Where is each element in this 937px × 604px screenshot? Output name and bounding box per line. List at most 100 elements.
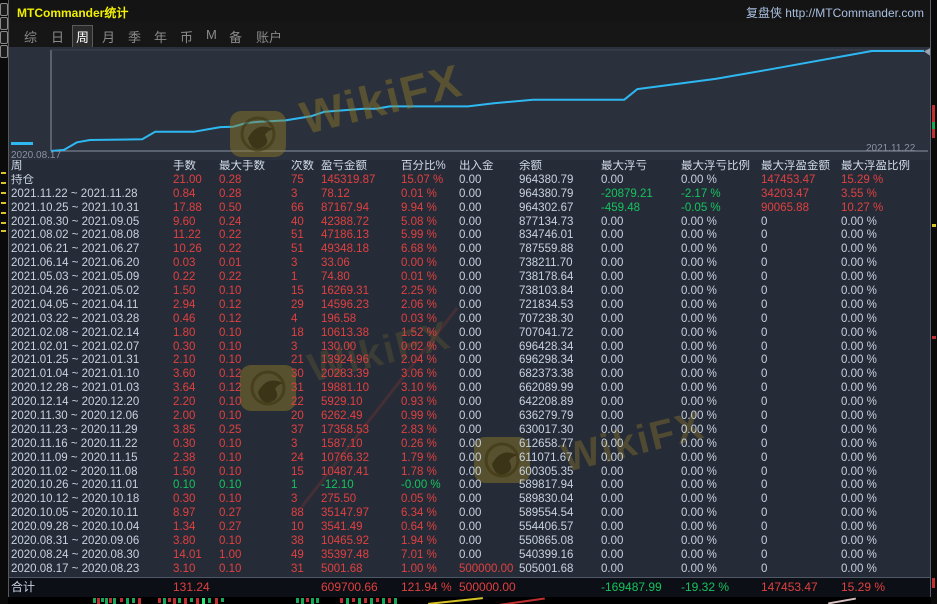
- table-row-cell: 0.00 %: [841, 424, 930, 438]
- total-row-cell: 15.29 %: [841, 578, 930, 597]
- table-row[interactable]: 2021.08.30 ~ 2021.09.059.600.244042388.7…: [9, 216, 930, 230]
- menu-item-2[interactable]: 日: [48, 26, 67, 47]
- table-row[interactable]: 2021.06.14 ~ 2021.06.200.030.01333.060.0…: [9, 257, 930, 271]
- table-row[interactable]: 2021.04.05 ~ 2021.04.112.940.122914596.2…: [9, 299, 930, 313]
- table-row-cell: 0.00: [601, 438, 681, 452]
- table-row[interactable]: 2021.11.22 ~ 2021.11.280.840.28378.120.0…: [9, 188, 930, 202]
- table-row-cell: 0.00: [459, 507, 519, 521]
- table-row[interactable]: 2020.09.28 ~ 2020.10.041.340.27103541.49…: [9, 521, 930, 535]
- table-row-cell: 0.00: [459, 368, 519, 382]
- total-row[interactable]: 合计131.24609700.66121.94 %500000.00-16948…: [9, 577, 930, 597]
- table-row-cell: 0.00 %: [681, 313, 761, 327]
- table-row[interactable]: 2021.06.21 ~ 2021.06.2710.260.225149348.…: [9, 243, 930, 257]
- table-row-cell: 0.00 %: [681, 563, 761, 577]
- table-row[interactable]: 2020.12.28 ~ 2021.01.033.640.123119881.1…: [9, 382, 930, 396]
- table-row[interactable]: 2021.02.01 ~ 2021.02.070.300.103130.000.…: [9, 341, 930, 355]
- table-row-cell: 0.10: [173, 479, 219, 493]
- table-row[interactable]: 2020.10.05 ~ 2020.10.118.970.278835147.9…: [9, 507, 930, 521]
- table-row-cell: 3.85: [173, 424, 219, 438]
- equity-chart[interactable]: 2020.08.17 2021.11.22: [9, 47, 930, 160]
- table-row-cell: 0.00: [601, 382, 681, 396]
- table-row-cell: 964380.79: [519, 188, 601, 202]
- table-row-cell: 2020.10.05 ~ 2020.10.11: [11, 507, 173, 521]
- table-row[interactable]: 2020.11.23 ~ 2020.11.293.850.253717358.5…: [9, 424, 930, 438]
- menu-item-9[interactable]: 备: [226, 26, 245, 47]
- table-row[interactable]: 2021.08.02 ~ 2021.08.0811.220.225147186.…: [9, 229, 930, 243]
- menu-item-4[interactable]: 月: [99, 26, 118, 47]
- menu-item-7[interactable]: 币: [177, 26, 196, 47]
- candle-fragment: [394, 598, 397, 604]
- table-row-cell: 2021.01.04 ~ 2021.01.10: [11, 368, 173, 382]
- table-row-cell: 0.00: [601, 285, 681, 299]
- table-row-cell: 1.52 %: [401, 327, 459, 341]
- table-row-cell: 3.55 %: [841, 188, 930, 202]
- table-row-cell: 15.07 %: [401, 174, 459, 188]
- table-row-cell: 0.03: [173, 257, 219, 271]
- table-row-cell: 51: [291, 243, 321, 257]
- table-row-cell: 0.00 %: [681, 410, 761, 424]
- table-row-cell: 707041.72: [519, 327, 601, 341]
- table-row-cell: 196.58: [321, 313, 401, 327]
- candle-fragment: [301, 598, 304, 604]
- table-row[interactable]: 2020.08.17 ~ 2020.08.233.100.10315001.68…: [9, 563, 930, 577]
- table-row[interactable]: 2021.03.22 ~ 2021.03.280.460.124196.580.…: [9, 313, 930, 327]
- table-row[interactable]: 2020.11.02 ~ 2020.11.081.500.101510487.4…: [9, 466, 930, 480]
- table-row[interactable]: 2020.10.12 ~ 2020.10.180.300.103275.500.…: [9, 493, 930, 507]
- table-row-cell: 0.00 %: [681, 174, 761, 188]
- table-header-row-cell: 最大浮亏比例: [681, 160, 761, 174]
- menu-item-1[interactable]: 综: [21, 26, 40, 47]
- table-row[interactable]: 2021.05.03 ~ 2021.05.090.220.22174.800.0…: [9, 271, 930, 285]
- menu-item-3[interactable]: 周: [73, 26, 92, 47]
- table-row-cell: 0.00 %: [841, 521, 930, 535]
- candle-fragment: [932, 129, 935, 138]
- table-row-cell: 0.00 %: [681, 271, 761, 285]
- table-row[interactable]: 2020.08.31 ~ 2020.09.063.800.103810465.9…: [9, 535, 930, 549]
- table-row-cell: 0.00 %: [681, 466, 761, 480]
- table-row-cell: 6.68 %: [401, 243, 459, 257]
- table-row-cell: 0: [761, 271, 841, 285]
- table-row[interactable]: 2021.10.25 ~ 2021.10.3117.880.506687167.…: [9, 202, 930, 216]
- table-row-cell: 0.00: [459, 202, 519, 216]
- title-bar[interactable]: MTCommander统计 复盘侠 http://MTCommander.com: [9, 0, 930, 22]
- table-row-cell: 0.00 %: [841, 410, 930, 424]
- table-row-cell: 0.00: [459, 396, 519, 410]
- table-row-cell: 78.12: [321, 188, 401, 202]
- table-row-cell: 2020.08.17 ~ 2020.08.23: [11, 563, 173, 577]
- brand-link[interactable]: 复盘侠 http://MTCommander.com: [746, 4, 924, 21]
- table-row[interactable]: 2020.11.30 ~ 2020.12.062.000.10206262.49…: [9, 410, 930, 424]
- table-row-cell: 5.08 %: [401, 216, 459, 230]
- candle-fragment: [932, 336, 936, 339]
- table-row-cell: 0.00 %: [681, 243, 761, 257]
- table-row[interactable]: 2021.02.08 ~ 2021.02.141.800.101810613.3…: [9, 327, 930, 341]
- desktop: MTCommander统计 复盘侠 http://MTCommander.com…: [0, 0, 937, 604]
- table-header-row-cell: 最大浮盈比例: [841, 160, 930, 174]
- curve-fragment: [11, 142, 33, 145]
- table-row-cell: 0.00: [601, 243, 681, 257]
- table-row-cell: 0.00: [601, 493, 681, 507]
- yellow-dash-fragment: [1, 212, 6, 214]
- table-row-cell: 2021.02.01 ~ 2021.02.07: [11, 341, 173, 355]
- table-row[interactable]: 2021.04.26 ~ 2021.05.021.500.101516269.3…: [9, 285, 930, 299]
- table-row-cell: 0.10: [219, 479, 291, 493]
- menu-item-5[interactable]: 季: [125, 26, 144, 47]
- table-row-cell: 2021.04.26 ~ 2021.05.02: [11, 285, 173, 299]
- table-row-cell: 14.01: [173, 549, 219, 563]
- table-row-cell: 16269.31: [321, 285, 401, 299]
- table-row[interactable]: 2020.12.14 ~ 2020.12.202.200.10225929.10…: [9, 396, 930, 410]
- table-row[interactable]: 2021.01.25 ~ 2021.01.312.100.102113924.9…: [9, 354, 930, 368]
- table-row-cell: 2021.08.02 ~ 2021.08.08: [11, 229, 173, 243]
- table-row-cell: 0.00 %: [841, 327, 930, 341]
- candle-fragment: [306, 598, 309, 602]
- table-row-cell: 0.00: [459, 438, 519, 452]
- table-row[interactable]: 2020.08.24 ~ 2020.08.3014.011.004935397.…: [9, 549, 930, 563]
- menu-item-8[interactable]: M: [203, 26, 220, 43]
- table-row[interactable]: 2021.01.04 ~ 2021.01.103.600.123020283.3…: [9, 368, 930, 382]
- menu-item-10[interactable]: 账户: [253, 26, 285, 47]
- table-row[interactable]: 2020.10.26 ~ 2020.11.010.100.101-12.10-0…: [9, 479, 930, 493]
- table-row[interactable]: 2020.11.09 ~ 2020.11.152.380.102410766.3…: [9, 452, 930, 466]
- table-row-cell: 30: [291, 368, 321, 382]
- background-toolbar-button: [0, 17, 8, 30]
- table-row[interactable]: 持仓21.000.2875145319.8715.07 %0.00964380.…: [9, 174, 930, 188]
- menu-item-6[interactable]: 年: [151, 26, 170, 47]
- table-row[interactable]: 2020.11.16 ~ 2020.11.220.300.1031587.100…: [9, 438, 930, 452]
